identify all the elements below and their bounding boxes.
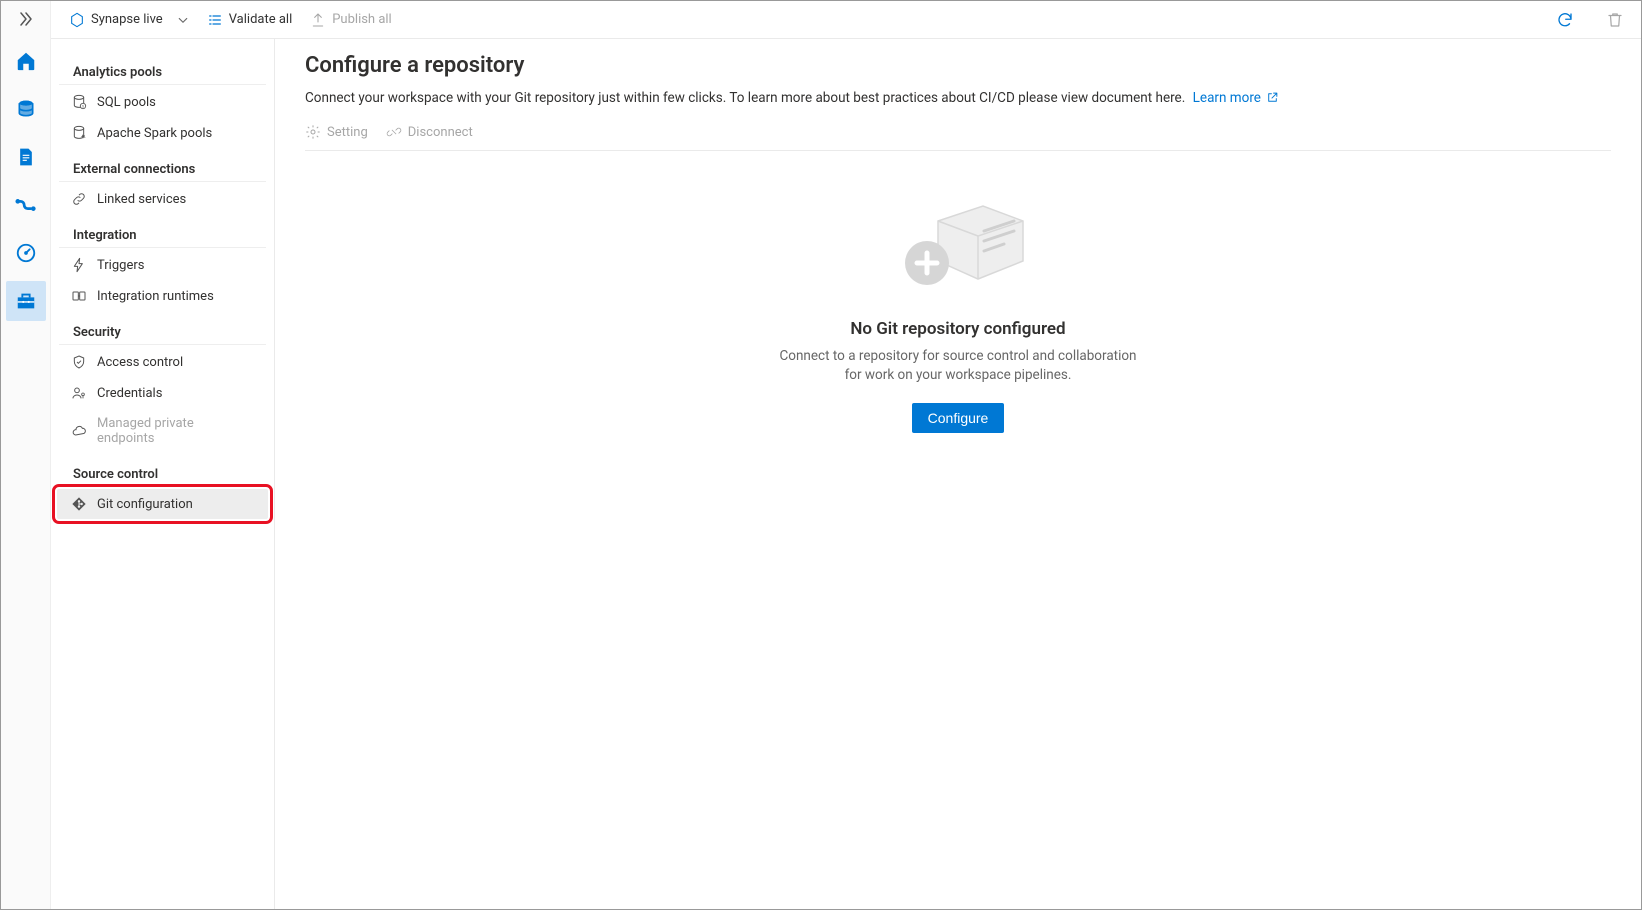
empty-title: No Git repository configured bbox=[850, 319, 1065, 339]
publish-all-label: Publish all bbox=[332, 12, 391, 27]
disconnect-label: Disconnect bbox=[408, 125, 473, 140]
person-key-icon bbox=[71, 385, 87, 401]
sidebar-item-credentials[interactable]: Credentials bbox=[57, 378, 268, 408]
cloud-icon bbox=[71, 423, 87, 439]
rail-integrate[interactable] bbox=[6, 185, 46, 225]
sidebar-item-label: Managed private endpoints bbox=[97, 416, 254, 446]
rail-manage[interactable] bbox=[6, 281, 46, 321]
hexagon-icon bbox=[69, 12, 85, 28]
page-title: Configure a repository bbox=[305, 53, 1611, 78]
empty-subtitle: Connect to a repository for source contr… bbox=[779, 347, 1136, 385]
main-content: Configure a repository Connect your work… bbox=[275, 39, 1641, 909]
sidebar-item-sql-pools[interactable]: S SQL pools bbox=[57, 87, 268, 117]
setting-button: Setting bbox=[305, 124, 368, 140]
spark-icon bbox=[71, 125, 87, 141]
sidebar-item-label: Access control bbox=[97, 355, 183, 370]
setting-label: Setting bbox=[327, 125, 368, 140]
topbar: Synapse live Validate all Publish all bbox=[51, 1, 1641, 39]
external-link-icon bbox=[1266, 91, 1279, 104]
publish-all-button: Publish all bbox=[310, 12, 391, 28]
sidebar-section-analytics-pools: Analytics pools bbox=[59, 57, 266, 85]
validate-all-label: Validate all bbox=[229, 12, 293, 27]
sidebar-item-label: Triggers bbox=[97, 258, 144, 273]
toolbox-icon bbox=[15, 290, 37, 312]
workspace-mode-dropdown[interactable]: Synapse live bbox=[69, 12, 189, 28]
database-icon: S bbox=[71, 94, 87, 110]
shield-icon bbox=[71, 354, 87, 370]
link-icon bbox=[71, 191, 87, 207]
sidebar-item-label: Integration runtimes bbox=[97, 289, 214, 304]
trigger-icon bbox=[71, 257, 87, 273]
gear-icon bbox=[305, 124, 321, 140]
svg-text:S: S bbox=[82, 104, 84, 108]
trash-icon bbox=[1606, 11, 1624, 29]
gauge-icon bbox=[15, 242, 37, 264]
chevron-down-icon bbox=[177, 14, 189, 26]
home-icon bbox=[15, 50, 37, 72]
runtime-icon bbox=[71, 288, 87, 304]
sidebar-section-external-connections: External connections bbox=[59, 154, 266, 182]
validate-all-button[interactable]: Validate all bbox=[207, 12, 293, 28]
rail-data[interactable] bbox=[6, 89, 46, 129]
sidebar-item-label: Git configuration bbox=[97, 497, 193, 512]
sidebar-item-access-control[interactable]: Access control bbox=[57, 347, 268, 377]
sidebar-section-integration: Integration bbox=[59, 220, 266, 248]
disconnect-button: Disconnect bbox=[386, 124, 473, 140]
sidebar-item-label: SQL pools bbox=[97, 95, 156, 110]
sidebar-section-source-control: Source control bbox=[59, 459, 266, 487]
workspace-mode-label: Synapse live bbox=[91, 12, 163, 27]
disconnect-icon bbox=[386, 124, 402, 140]
sidebar-item-integration-runtimes[interactable]: Integration runtimes bbox=[57, 281, 268, 311]
empty-illustration bbox=[883, 191, 1033, 301]
page-description: Connect your workspace with your Git rep… bbox=[305, 90, 1611, 106]
expand-rail-button[interactable] bbox=[10, 7, 42, 31]
refresh-button[interactable] bbox=[1549, 4, 1581, 36]
upload-icon bbox=[310, 12, 326, 28]
database-icon bbox=[16, 99, 36, 119]
checklist-icon bbox=[207, 12, 223, 28]
empty-state: No Git repository configured Connect to … bbox=[305, 191, 1611, 433]
pipeline-icon bbox=[15, 194, 37, 216]
discard-button[interactable] bbox=[1599, 4, 1631, 36]
sidebar-item-linked-services[interactable]: Linked services bbox=[57, 184, 268, 214]
sidebar-item-label: Linked services bbox=[97, 192, 186, 207]
sidebar-item-label: Credentials bbox=[97, 386, 162, 401]
left-rail bbox=[1, 1, 51, 909]
refresh-icon bbox=[1556, 11, 1574, 29]
content-toolbar: Setting Disconnect bbox=[305, 120, 1611, 151]
sidebar-section-security: Security bbox=[59, 317, 266, 345]
rail-home[interactable] bbox=[6, 41, 46, 81]
chevron-double-right-icon bbox=[18, 11, 34, 27]
sidebar-item-triggers[interactable]: Triggers bbox=[57, 250, 268, 280]
manage-sidebar: Analytics pools S SQL pools Apache Spark… bbox=[51, 39, 275, 909]
sidebar-item-managed-endpoints: Managed private endpoints bbox=[57, 409, 268, 453]
sidebar-item-spark-pools[interactable]: Apache Spark pools bbox=[57, 118, 268, 148]
learn-more-link[interactable]: Learn more bbox=[1193, 90, 1280, 106]
document-icon bbox=[16, 147, 36, 167]
git-icon bbox=[71, 496, 87, 512]
sidebar-item-label: Apache Spark pools bbox=[97, 126, 212, 141]
configure-button[interactable]: Configure bbox=[912, 403, 1005, 433]
sidebar-item-git-configuration[interactable]: Git configuration bbox=[57, 489, 268, 519]
rail-monitor[interactable] bbox=[6, 233, 46, 273]
rail-develop[interactable] bbox=[6, 137, 46, 177]
